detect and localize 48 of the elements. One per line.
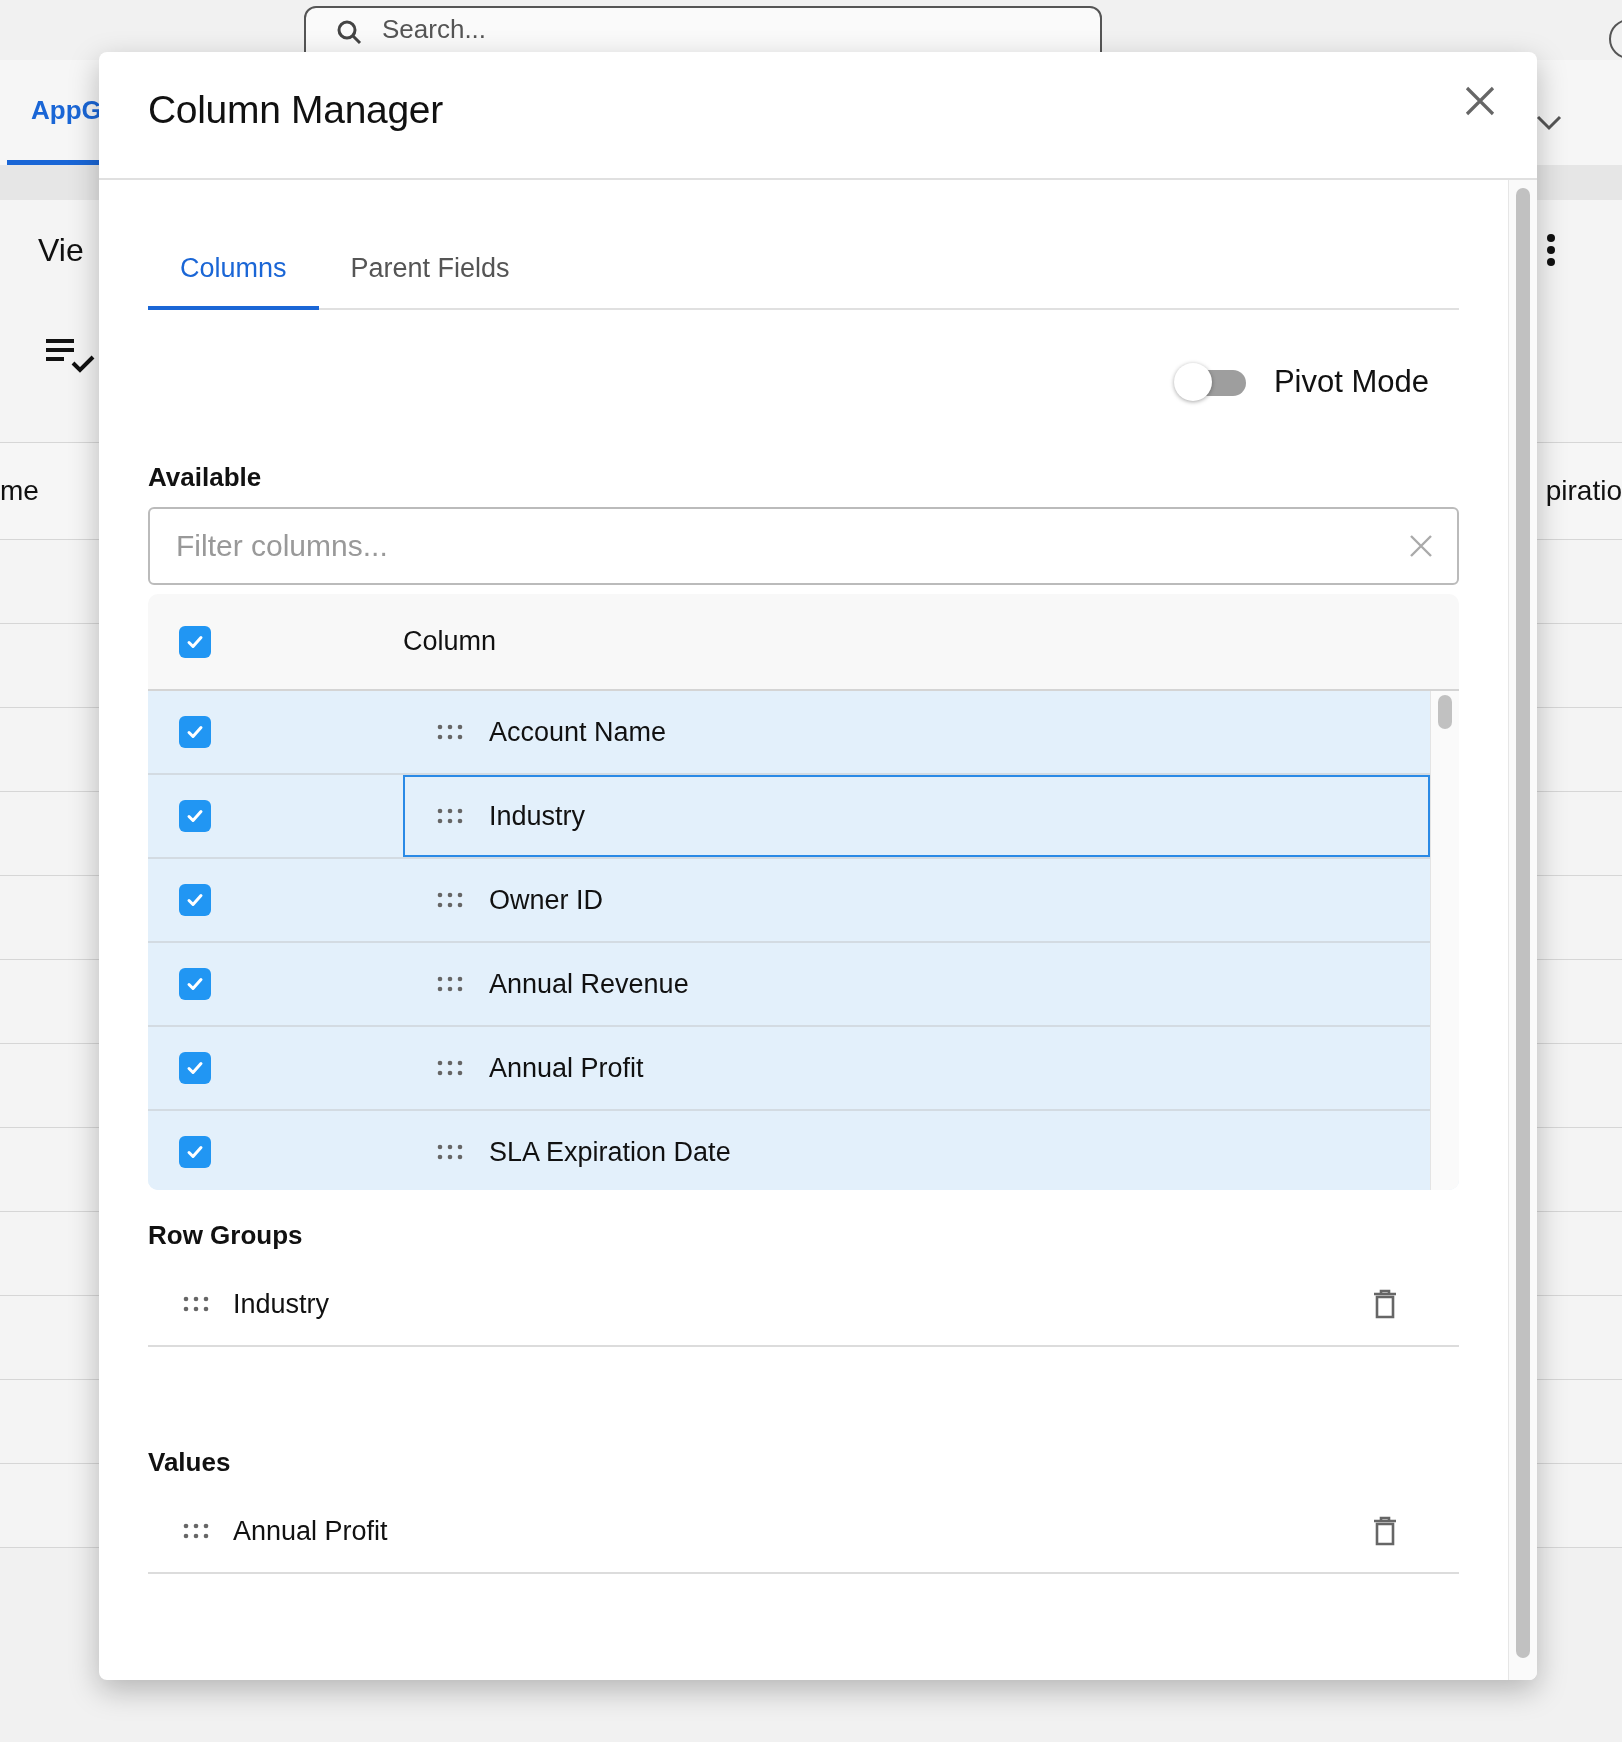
checkbox[interactable] [179, 1052, 211, 1084]
drag-handle-icon[interactable] [437, 808, 463, 824]
checkbox[interactable] [179, 716, 211, 748]
tab[interactable]: Columns [148, 230, 319, 310]
column-header: piratio [1545, 475, 1622, 507]
column-name: Industry [489, 800, 586, 832]
value-item[interactable]: Annual Profit [148, 1490, 1459, 1574]
list-check-icon[interactable] [46, 338, 96, 374]
drag-handle-icon[interactable] [183, 1523, 209, 1539]
section-label: Values [148, 1447, 232, 1478]
row-group-item[interactable]: Industry [148, 1263, 1459, 1347]
section-label: Row Groups [148, 1220, 304, 1251]
checkbox[interactable] [179, 1136, 211, 1168]
scrollbar[interactable] [1430, 691, 1459, 1190]
column-name: Annual Profit [489, 1052, 644, 1084]
column-row[interactable]: Industry [148, 775, 1430, 859]
checkbox[interactable] [179, 884, 211, 916]
column-name: Account Name [489, 716, 667, 748]
column-heading: Column [403, 626, 497, 657]
view-label: Vie [38, 231, 84, 269]
drag-handle-icon[interactable] [437, 1144, 463, 1160]
more-vertical-icon[interactable] [1546, 233, 1556, 267]
scrollbar[interactable] [1508, 180, 1537, 1680]
tab[interactable]: Parent Fields [318, 230, 542, 310]
drag-handle-icon[interactable] [183, 1296, 209, 1312]
dialog-title: Column Manager [148, 88, 443, 132]
trash-button[interactable] [1373, 1289, 1397, 1319]
pivot-mode-label: Pivot Mode [1273, 364, 1429, 400]
column-header: me [0, 475, 39, 507]
column-name: Annual Revenue [489, 968, 689, 1000]
checkbox[interactable] [179, 625, 211, 658]
column-cell[interactable]: Industry [403, 775, 1430, 857]
drag-handle-icon[interactable] [437, 1060, 463, 1076]
search-icon [336, 19, 362, 45]
drag-handle-icon[interactable] [437, 724, 463, 740]
pivot-mode-toggle[interactable] [1173, 362, 1248, 402]
drag-handle-icon[interactable] [437, 892, 463, 908]
chevron-down-icon[interactable] [1536, 114, 1562, 131]
trash-button[interactable] [1373, 1516, 1397, 1546]
checkbox[interactable] [179, 968, 211, 1000]
column-name: SLA Expiration Date [489, 1136, 731, 1168]
item-label: Annual Profit [233, 1515, 389, 1547]
checkbox[interactable] [179, 800, 211, 832]
item-label: Industry [233, 1288, 331, 1320]
section-label: Available [148, 462, 263, 493]
column-name: Owner ID [489, 884, 604, 916]
drag-handle-icon[interactable] [437, 976, 463, 992]
filter-field[interactable]: Filter columns... [148, 507, 1459, 585]
